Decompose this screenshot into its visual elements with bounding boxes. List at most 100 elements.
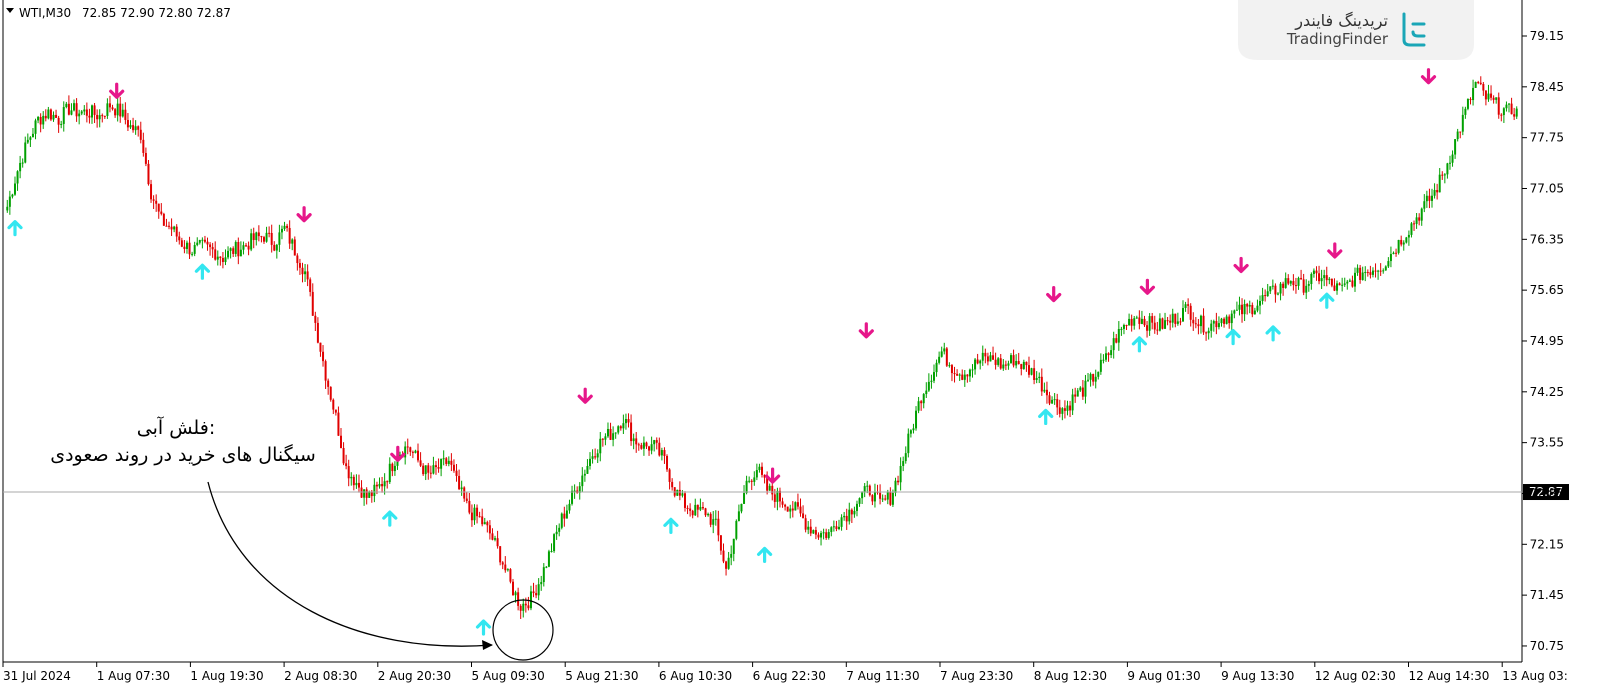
candle-body <box>1312 270 1315 275</box>
candle-body <box>168 225 171 227</box>
candle-body <box>496 538 499 547</box>
candle-body <box>1294 285 1297 287</box>
annotation-curve-arrow <box>207 481 493 647</box>
candle-body <box>1251 305 1254 315</box>
candle-body <box>44 115 47 119</box>
candle-body <box>437 467 440 469</box>
candle-body <box>221 257 224 263</box>
candle-body <box>409 447 412 452</box>
candle-body <box>1287 278 1290 284</box>
candle-body <box>1261 295 1264 301</box>
candle-body <box>517 592 520 606</box>
candle-body <box>968 369 971 377</box>
candle-body <box>16 171 19 184</box>
candle-body <box>1364 272 1367 274</box>
candle-body <box>640 445 643 449</box>
annotation: فلش آبی: سیگنال های خرید در روند صعودی <box>50 415 554 661</box>
logo: تریدینگ فایندر TradingFinder <box>1238 0 1474 60</box>
candle-body <box>386 481 389 483</box>
candle-body <box>234 242 237 254</box>
candle-body <box>773 494 776 502</box>
candle-body <box>494 538 497 540</box>
candle-body <box>322 351 325 362</box>
candle-body <box>730 553 733 558</box>
candle-body <box>1256 305 1259 311</box>
candle-body <box>935 362 938 373</box>
candle-body <box>714 518 717 520</box>
candle-body <box>296 255 299 264</box>
price-chart[interactable]: 72.87 79.1578.4577.7577.0576.3575.6574.9… <box>0 0 1600 700</box>
candle-body <box>21 162 24 164</box>
candle-body <box>1441 174 1444 176</box>
candle-body <box>24 142 27 163</box>
candle-body <box>904 453 907 462</box>
candle-body <box>19 162 22 172</box>
candle-body <box>445 458 448 464</box>
candle-body <box>1022 361 1025 369</box>
candle-body <box>506 569 509 571</box>
candle-body <box>871 495 874 502</box>
candle-body <box>529 591 532 609</box>
candle-body <box>1377 270 1380 272</box>
candle-body <box>1328 278 1331 281</box>
candle-body <box>683 493 686 508</box>
candle-body <box>216 256 219 260</box>
candle-body <box>1397 239 1400 253</box>
candle-body <box>180 240 183 247</box>
x-tick-label: 6 Aug 10:30 <box>659 669 732 683</box>
candle-body <box>29 137 32 140</box>
candle-body <box>1323 275 1326 279</box>
candle-body <box>1148 316 1151 331</box>
candle-body <box>203 239 206 242</box>
collapse-triangle-icon[interactable] <box>6 8 14 13</box>
candle-body <box>655 440 658 443</box>
candle-body <box>1110 350 1113 356</box>
candle-body <box>673 487 676 496</box>
candle-body <box>691 510 694 516</box>
candle-body <box>653 440 656 445</box>
x-tick-label: 8 Aug 12:30 <box>1034 669 1107 683</box>
buy-signal-arrow-icon <box>1319 292 1335 309</box>
candle-body <box>1428 195 1431 201</box>
candle-body <box>106 103 109 116</box>
candle-body <box>175 226 178 237</box>
candle-body <box>424 465 427 475</box>
candle-body <box>604 436 607 440</box>
candle-body <box>60 123 63 125</box>
candle-body <box>1199 315 1202 327</box>
candle-body <box>1490 93 1493 98</box>
x-tick-label: 1 Aug 19:30 <box>190 669 263 683</box>
candle-body <box>378 483 381 487</box>
candle-body <box>1235 309 1238 311</box>
candle-body <box>1230 313 1233 324</box>
candle-body <box>1074 394 1077 397</box>
candle-body <box>1069 405 1072 411</box>
candle-body <box>293 239 296 256</box>
candle-body <box>527 605 530 609</box>
buy-signal-arrow-icon <box>757 546 773 564</box>
candle-body <box>1117 328 1120 343</box>
candle-body <box>696 504 699 510</box>
candle-body <box>450 460 453 465</box>
candle-body <box>884 498 887 500</box>
candle-body <box>635 438 638 445</box>
candle-body <box>1158 318 1161 331</box>
candle-body <box>388 463 391 483</box>
candle-body <box>886 492 889 500</box>
candle-body <box>630 422 633 442</box>
candle-body <box>1477 81 1480 83</box>
candle-body <box>429 472 432 474</box>
candle-body <box>270 232 273 245</box>
candle-body <box>719 535 722 551</box>
candle-body <box>478 516 481 518</box>
candle-body <box>622 423 625 429</box>
y-tick-label: 77.75 <box>1530 131 1564 145</box>
candle-body <box>727 557 730 569</box>
candle-body <box>139 129 142 140</box>
candle-body <box>188 242 191 255</box>
candle-body <box>165 225 168 227</box>
candle-body <box>843 515 846 518</box>
candle-body <box>1400 239 1403 245</box>
candle-body <box>142 139 145 153</box>
sell-signal-arrow-icon <box>1327 242 1343 259</box>
